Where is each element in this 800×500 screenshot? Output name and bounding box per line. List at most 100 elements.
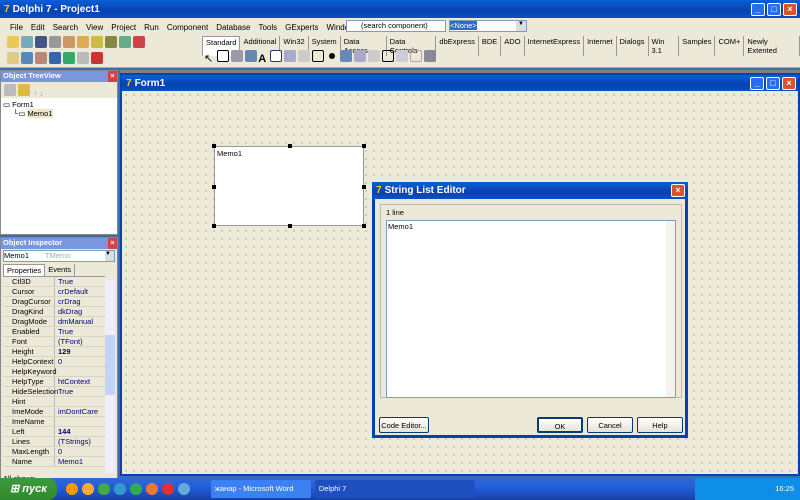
palette-tab[interactable]: Dialogs [617, 36, 649, 56]
minimize-button[interactable]: _ [751, 2, 765, 16]
ok-button[interactable]: OK [537, 417, 583, 433]
save-icon[interactable] [35, 36, 47, 48]
property-value[interactable]: True [55, 277, 105, 286]
resize-handle[interactable] [288, 224, 292, 228]
toggle-form-unit-icon[interactable] [35, 52, 47, 64]
property-value[interactable] [55, 417, 105, 426]
close-icon[interactable]: × [108, 71, 117, 82]
panel-icon[interactable] [410, 50, 423, 62]
pause-icon[interactable] [77, 52, 89, 64]
property-row[interactable]: Cursor crDefault [3, 287, 105, 297]
open-project-icon[interactable] [63, 36, 75, 48]
code-editor-button[interactable]: Code Editor... [379, 417, 429, 433]
resize-handle[interactable] [212, 144, 216, 148]
property-value[interactable] [55, 397, 105, 406]
close-button[interactable]: × [782, 76, 796, 90]
whats-this-icon[interactable] [133, 36, 145, 48]
property-row[interactable]: DragMode dmManual [3, 317, 105, 327]
property-row[interactable]: HideSelection True [3, 387, 105, 397]
property-value[interactable]: htContext [55, 377, 105, 386]
property-value[interactable]: dkDrag [55, 307, 105, 316]
property-row[interactable]: Enabled True [3, 327, 105, 337]
frame-icon[interactable] [217, 50, 230, 62]
property-value[interactable]: 129 [55, 347, 105, 356]
palette-tab[interactable]: BDE [479, 36, 502, 56]
run-icon[interactable] [63, 52, 75, 64]
property-row[interactable]: Font (TFont) [3, 337, 105, 347]
desktop-config-select[interactable]: <None> ▼ [449, 20, 527, 32]
tree-node-memo1[interactable]: └▭ Memo1 [3, 109, 115, 118]
radiobutton-icon[interactable] [329, 53, 336, 59]
chevron-down-icon[interactable]: ▼ [516, 21, 526, 31]
groupbox-icon[interactable] [382, 50, 395, 62]
property-value[interactable]: dmManual [55, 317, 105, 326]
property-value[interactable]: crDrag [55, 297, 105, 306]
app-icon[interactable] [129, 483, 142, 495]
ie-icon[interactable] [177, 483, 190, 495]
menu-run[interactable]: Run [140, 23, 163, 32]
help-icon[interactable] [105, 36, 117, 48]
property-row[interactable]: ImeMode imDontCare [3, 407, 105, 417]
property-value[interactable]: (TFont) [55, 337, 105, 346]
pointer-icon[interactable]: ↖ [204, 53, 213, 65]
property-row[interactable]: HelpContext 0 [3, 357, 105, 367]
property-value[interactable]: (TStrings) [55, 437, 105, 446]
menu-database[interactable]: Database [212, 23, 254, 32]
property-value[interactable]: True [55, 387, 105, 396]
listbox-icon[interactable] [340, 50, 353, 62]
resize-handle[interactable] [212, 224, 216, 228]
menu-tools[interactable]: Tools [254, 23, 281, 32]
step-icon[interactable] [91, 52, 103, 64]
app-icon[interactable] [65, 483, 78, 495]
new-icon[interactable] [7, 36, 19, 48]
firefox-icon[interactable] [145, 483, 158, 495]
opera-icon[interactable] [161, 483, 174, 495]
tree-node-form1[interactable]: ▭ Form1 [3, 100, 115, 109]
start-button[interactable]: ⊞ пуск [0, 478, 57, 500]
save-all-icon[interactable] [49, 36, 61, 48]
property-value[interactable]: 0 [55, 447, 105, 456]
vertical-scrollbar[interactable] [666, 221, 675, 397]
search-component-input[interactable]: (search component) [346, 20, 446, 32]
object-selector[interactable]: Memo1 TMemo ▼ [3, 250, 115, 262]
property-value[interactable]: crDefault [55, 287, 105, 296]
palette-tab[interactable]: COM+ [715, 36, 745, 56]
property-row[interactable]: DragCursor crDrag [3, 297, 105, 307]
close-button[interactable]: × [783, 2, 797, 16]
property-row[interactable]: Ctl3D True [3, 277, 105, 287]
property-value[interactable]: imDontCare [55, 407, 105, 416]
property-value[interactable] [55, 367, 105, 376]
close-icon[interactable]: × [108, 238, 117, 249]
add-file-icon[interactable] [77, 36, 89, 48]
memo-icon[interactable] [284, 50, 297, 62]
popupmenu-icon[interactable] [245, 50, 258, 62]
memo1-component[interactable]: Memo1 [212, 144, 366, 228]
palette-tab[interactable]: Newly Extented [744, 36, 800, 56]
palette-tab[interactable]: Win 3.1 [649, 36, 680, 56]
property-row[interactable]: HelpType htContext [3, 377, 105, 387]
chevron-down-icon[interactable]: ▼ [105, 251, 114, 261]
menu-view[interactable]: View [82, 23, 107, 32]
property-value[interactable]: True [55, 327, 105, 336]
property-row[interactable]: DragKind dkDrag [3, 307, 105, 317]
view-unit-icon[interactable] [7, 52, 19, 64]
app-icon[interactable] [81, 483, 94, 495]
resize-handle[interactable] [362, 224, 366, 228]
palette-tab[interactable]: ADO [501, 36, 525, 56]
chrome-icon[interactable] [97, 483, 110, 495]
open-icon[interactable] [21, 36, 33, 48]
palette-tab[interactable]: Samples [679, 36, 716, 56]
delete-item-icon[interactable] [18, 84, 30, 96]
task-delphi[interactable]: Delphi 7 [314, 480, 475, 498]
menu-gexperts[interactable]: GExperts [281, 23, 322, 32]
help-button[interactable]: Help [637, 417, 683, 433]
resize-handle[interactable] [362, 144, 366, 148]
menu-project[interactable]: Project [107, 23, 140, 32]
property-row[interactable]: Left 144 [3, 427, 105, 437]
property-row[interactable]: Lines (TStrings) [3, 437, 105, 447]
property-row[interactable]: Name Memo1 [3, 457, 105, 467]
dialog-close-button[interactable]: × [671, 184, 685, 197]
resize-handle[interactable] [212, 185, 216, 189]
property-row[interactable]: MaxLength 0 [3, 447, 105, 457]
mainmenu-icon[interactable] [231, 50, 244, 62]
